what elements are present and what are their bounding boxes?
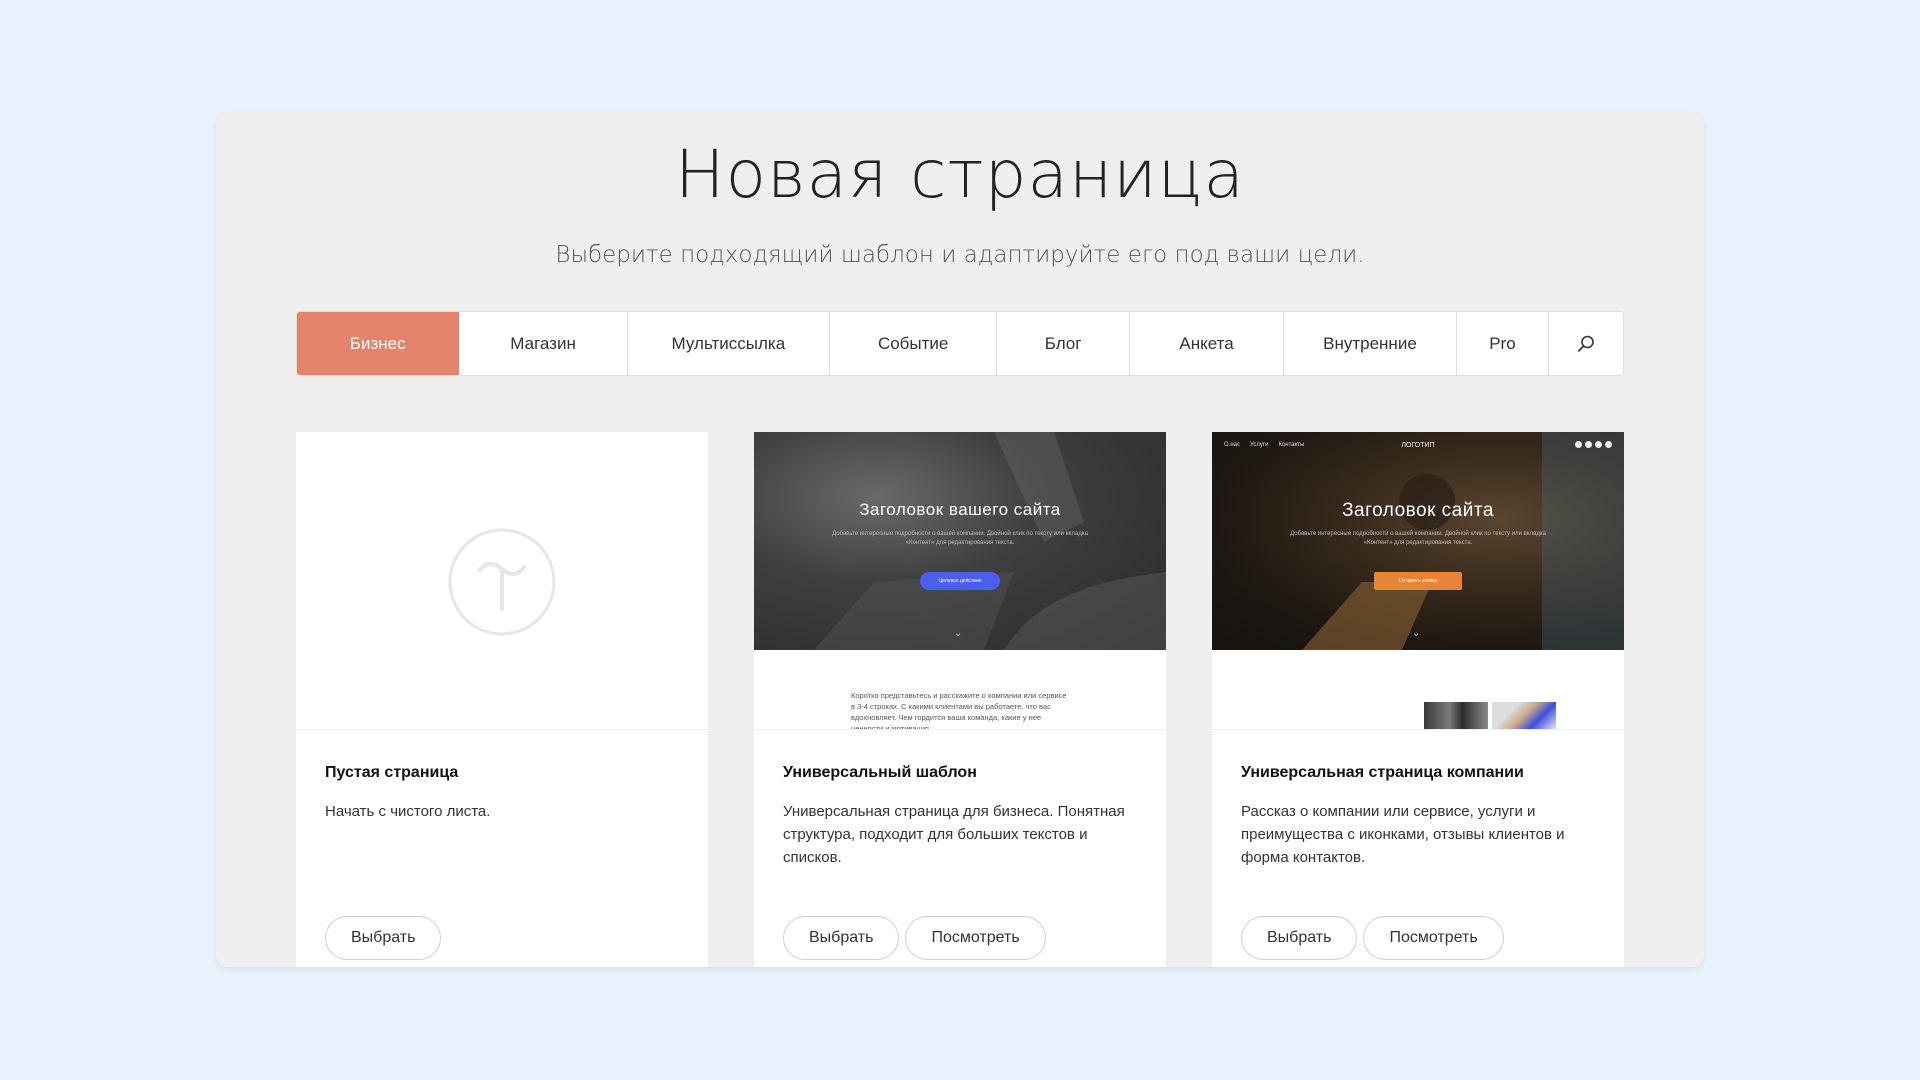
select-button[interactable]: Выбрать	[1241, 916, 1358, 960]
preview-subtext: Добавьте интересные подробности о вашей …	[832, 531, 1088, 546]
tilda-logo-icon	[448, 528, 556, 636]
select-button[interactable]: Выбрать	[325, 916, 442, 960]
card-description: Универсальная страница для бизнеса. Поня…	[783, 803, 1125, 866]
template-card-blank[interactable]: Пустая страница Начать с чистого листа. …	[296, 432, 708, 967]
preview-text: Коротко представьтесь и расскажите о ком…	[851, 691, 1067, 730]
chevron-down-icon: ⌄	[954, 628, 963, 639]
card-description: Начать с чистого листа.	[325, 803, 491, 820]
tab-internal[interactable]: Внутренние	[1284, 312, 1457, 375]
page-subtitle: Выберите подходящий шаблон и адаптируйте…	[555, 242, 1365, 268]
search-button[interactable]	[1549, 312, 1623, 375]
card-description: Рассказ о компании или сервисе, услуги и…	[1241, 803, 1565, 866]
preview-heading: Заголовок вашего сайта	[859, 500, 1061, 519]
card-title: Пустая страница	[325, 764, 459, 781]
preview-subtext: Добавьте интересные подробности о вашей …	[1290, 531, 1546, 546]
tab-business[interactable]: Бизнес	[297, 312, 460, 375]
tab-shop[interactable]: Магазин	[459, 312, 628, 375]
social-icons	[1575, 441, 1612, 448]
preview-button[interactable]: Посмотреть	[1363, 916, 1504, 960]
page-title: Новая страница	[674, 136, 1245, 213]
preview-hero-image: Заголовок вашего сайта Добавьте интересн…	[754, 432, 1166, 650]
template-list: Пустая страница Начать с чистого листа. …	[296, 432, 1624, 967]
tab-blog[interactable]: Блог	[997, 312, 1130, 375]
tab-multilink[interactable]: Мультиссылка	[628, 312, 830, 375]
preview-cta: Оставить заявку	[1374, 572, 1462, 590]
preview-thumbnails	[1424, 702, 1556, 729]
preview-button[interactable]: Посмотреть	[905, 916, 1046, 960]
tab-survey[interactable]: Анкета	[1130, 312, 1285, 375]
preview-cta: Целевое действие	[920, 572, 1000, 590]
tab-event[interactable]: Событие	[830, 312, 998, 375]
card-title: Универсальный шаблон	[783, 764, 977, 781]
template-card-universal[interactable]: Заголовок вашего сайта Добавьте интересн…	[754, 432, 1166, 967]
template-preview: Заголовок вашего сайта Добавьте интересн…	[754, 432, 1166, 730]
tab-pro[interactable]: Pro	[1457, 312, 1550, 375]
template-preview	[296, 432, 708, 730]
new-page-dialog: Новая страница Выберите подходящий шабло…	[216, 112, 1704, 967]
preview-logo: ЛОГОТИП	[1401, 442, 1435, 449]
template-card-company[interactable]: О нас Услуги Контакты ЛОГОТИП Заголовок …	[1212, 432, 1624, 967]
card-title: Универсальная страница компании	[1241, 764, 1524, 781]
search-icon	[1578, 335, 1594, 352]
chevron-down-icon: ⌄	[1412, 628, 1421, 639]
preview-heading: Заголовок сайта	[1342, 500, 1494, 521]
template-preview: О нас Услуги Контакты ЛОГОТИП Заголовок …	[1212, 432, 1624, 730]
category-tabs: Бизнес Магазин Мультиссылка Событие Блог…	[296, 311, 1624, 376]
select-button[interactable]: Выбрать	[783, 916, 900, 960]
preview-hero-image: О нас Услуги Контакты ЛОГОТИП Заголовок …	[1212, 432, 1624, 650]
